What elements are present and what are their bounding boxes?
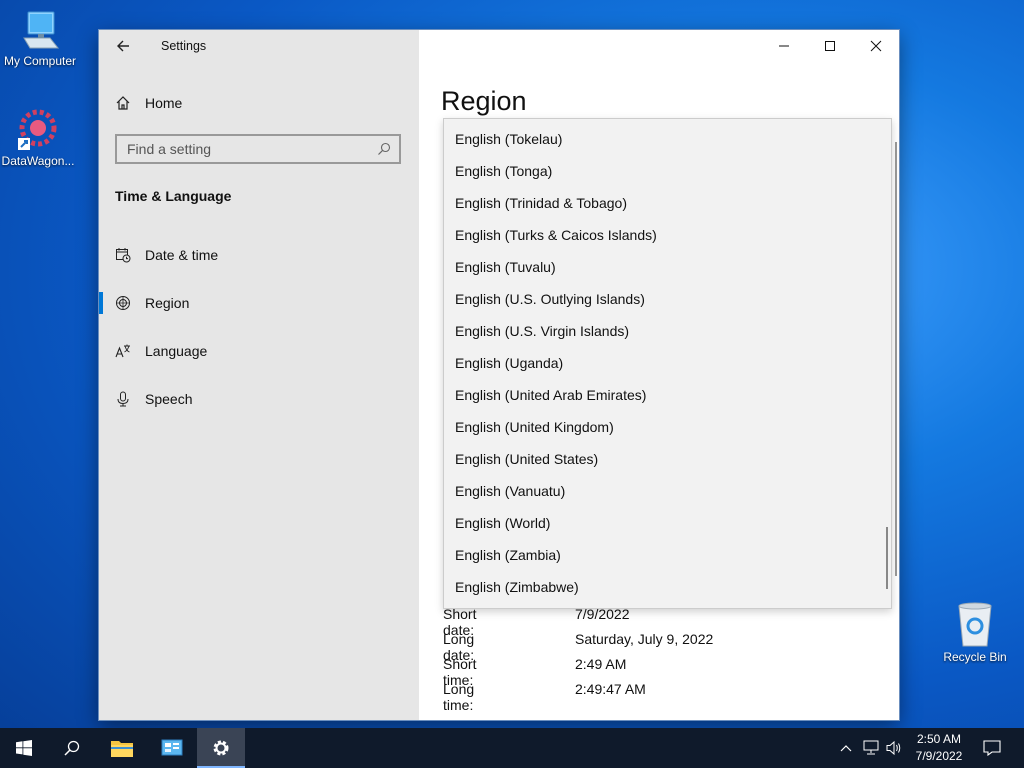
recycle-bin-icon xyxy=(955,602,995,648)
settings-window: Settings Home Time & Language Date & tim… xyxy=(99,30,899,720)
search-box xyxy=(115,134,401,164)
start-button[interactable] xyxy=(0,728,48,768)
region-option[interactable]: English (Trinidad & Tobago) xyxy=(444,187,891,219)
taskbar: 2:50 AM 7/9/2022 xyxy=(0,728,1024,768)
dropdown-scrollbar-thumb[interactable] xyxy=(886,527,888,589)
show-hidden-icons-button[interactable] xyxy=(838,728,854,768)
app-title: Settings xyxy=(161,39,207,53)
minimize-button[interactable] xyxy=(761,30,807,62)
clock-time: 2:50 AM xyxy=(916,732,962,746)
globe-icon xyxy=(115,295,131,311)
nav-item-label: Date & time xyxy=(145,247,219,263)
maximize-button[interactable] xyxy=(807,30,853,62)
network-icon xyxy=(863,740,879,755)
section-title: Time & Language xyxy=(115,188,232,204)
search-icon xyxy=(64,740,80,756)
format-key: Long time: xyxy=(443,681,475,713)
format-value: 2:49 AM xyxy=(575,656,627,672)
desktop-icon-datawagon[interactable]: DataWagon... xyxy=(0,106,78,168)
network-button[interactable] xyxy=(861,728,881,768)
region-option[interactable]: English (Vanuatu) xyxy=(444,475,891,507)
microphone-icon xyxy=(115,391,131,407)
folder-icon xyxy=(111,741,133,757)
region-option[interactable]: English (United Kingdom) xyxy=(444,411,891,443)
nav-item-date-time[interactable]: Date & time xyxy=(99,241,419,269)
region-option[interactable]: English (Tonga) xyxy=(444,155,891,187)
gear-icon xyxy=(213,740,229,756)
region-dropdown-list[interactable]: English (Tokelau) English (Tonga) Englis… xyxy=(443,118,892,609)
region-option[interactable]: English (World) xyxy=(444,507,891,539)
volume-button[interactable] xyxy=(884,728,904,768)
language-icon xyxy=(115,343,131,359)
settings-taskbar-button[interactable] xyxy=(197,728,245,768)
region-option[interactable]: English (United States) xyxy=(444,443,891,475)
nav-item-label: Language xyxy=(145,343,208,359)
taskbar-clock[interactable]: 2:50 AM 7/9/2022 xyxy=(906,731,972,765)
region-option[interactable]: English (Turks & Caicos Islands) xyxy=(444,219,891,251)
page-title: Region xyxy=(441,86,527,116)
region-option[interactable]: English (U.S. Outlying Islands) xyxy=(444,283,891,315)
nav-item-region[interactable]: Region xyxy=(99,289,419,317)
search-button[interactable] xyxy=(48,728,96,768)
nav-home-label: Home xyxy=(145,95,183,111)
region-option[interactable]: English (Zambia) xyxy=(444,539,891,571)
file-explorer-button[interactable] xyxy=(98,728,146,768)
page-scrollbar[interactable] xyxy=(895,142,897,576)
back-button[interactable] xyxy=(113,36,133,56)
maximize-icon xyxy=(825,41,835,51)
clock-date: 7/9/2022 xyxy=(915,749,963,763)
chevron-up-icon xyxy=(840,745,852,752)
speaker-icon xyxy=(886,740,901,756)
minimize-icon xyxy=(779,45,789,47)
region-option[interactable]: English (United Arab Emirates) xyxy=(444,379,891,411)
windows-logo-icon xyxy=(16,740,32,756)
desktop-icon-my-computer[interactable]: My Computer xyxy=(0,10,80,68)
search-input[interactable] xyxy=(117,140,369,158)
title-bar: Settings xyxy=(99,30,419,62)
region-option[interactable]: English (Uganda) xyxy=(444,347,891,379)
nav-item-label: Region xyxy=(145,295,190,311)
nav-item-label: Speech xyxy=(145,391,193,407)
nav-home[interactable]: Home xyxy=(115,92,182,114)
nav-item-language[interactable]: Language xyxy=(99,337,419,365)
close-button[interactable] xyxy=(853,30,899,62)
close-icon xyxy=(870,40,882,52)
arrow-left-icon xyxy=(117,40,129,52)
computer-icon xyxy=(20,10,60,52)
format-value: Saturday, July 9, 2022 xyxy=(575,631,714,647)
control-panel-button[interactable] xyxy=(148,728,196,768)
action-center-button[interactable] xyxy=(980,728,1004,768)
calendar-clock-icon xyxy=(115,247,131,263)
notification-icon xyxy=(983,740,1001,756)
search-icon[interactable] xyxy=(377,142,391,156)
control-panel-icon xyxy=(161,739,183,756)
region-option[interactable]: English (U.S. Virgin Islands) xyxy=(444,315,891,347)
desktop-icon-recycle-bin[interactable]: Recycle Bin xyxy=(935,602,1015,664)
home-icon xyxy=(115,95,131,111)
region-option[interactable]: English (Tuvalu) xyxy=(444,251,891,283)
sidebar: Settings Home Time & Language Date & tim… xyxy=(99,30,419,720)
desktop-icon-label: DataWagon... xyxy=(1,154,75,168)
format-value: 2:49:47 AM xyxy=(575,681,646,697)
desktop-icon-label: My Computer xyxy=(3,54,77,68)
region-option[interactable]: English (Zimbabwe) xyxy=(444,571,891,603)
desktop-icon-label: Recycle Bin xyxy=(943,650,1007,664)
region-option[interactable]: English (Tokelau) xyxy=(444,123,891,155)
datawagon-app-icon xyxy=(16,106,60,152)
nav-item-speech[interactable]: Speech xyxy=(99,385,419,413)
